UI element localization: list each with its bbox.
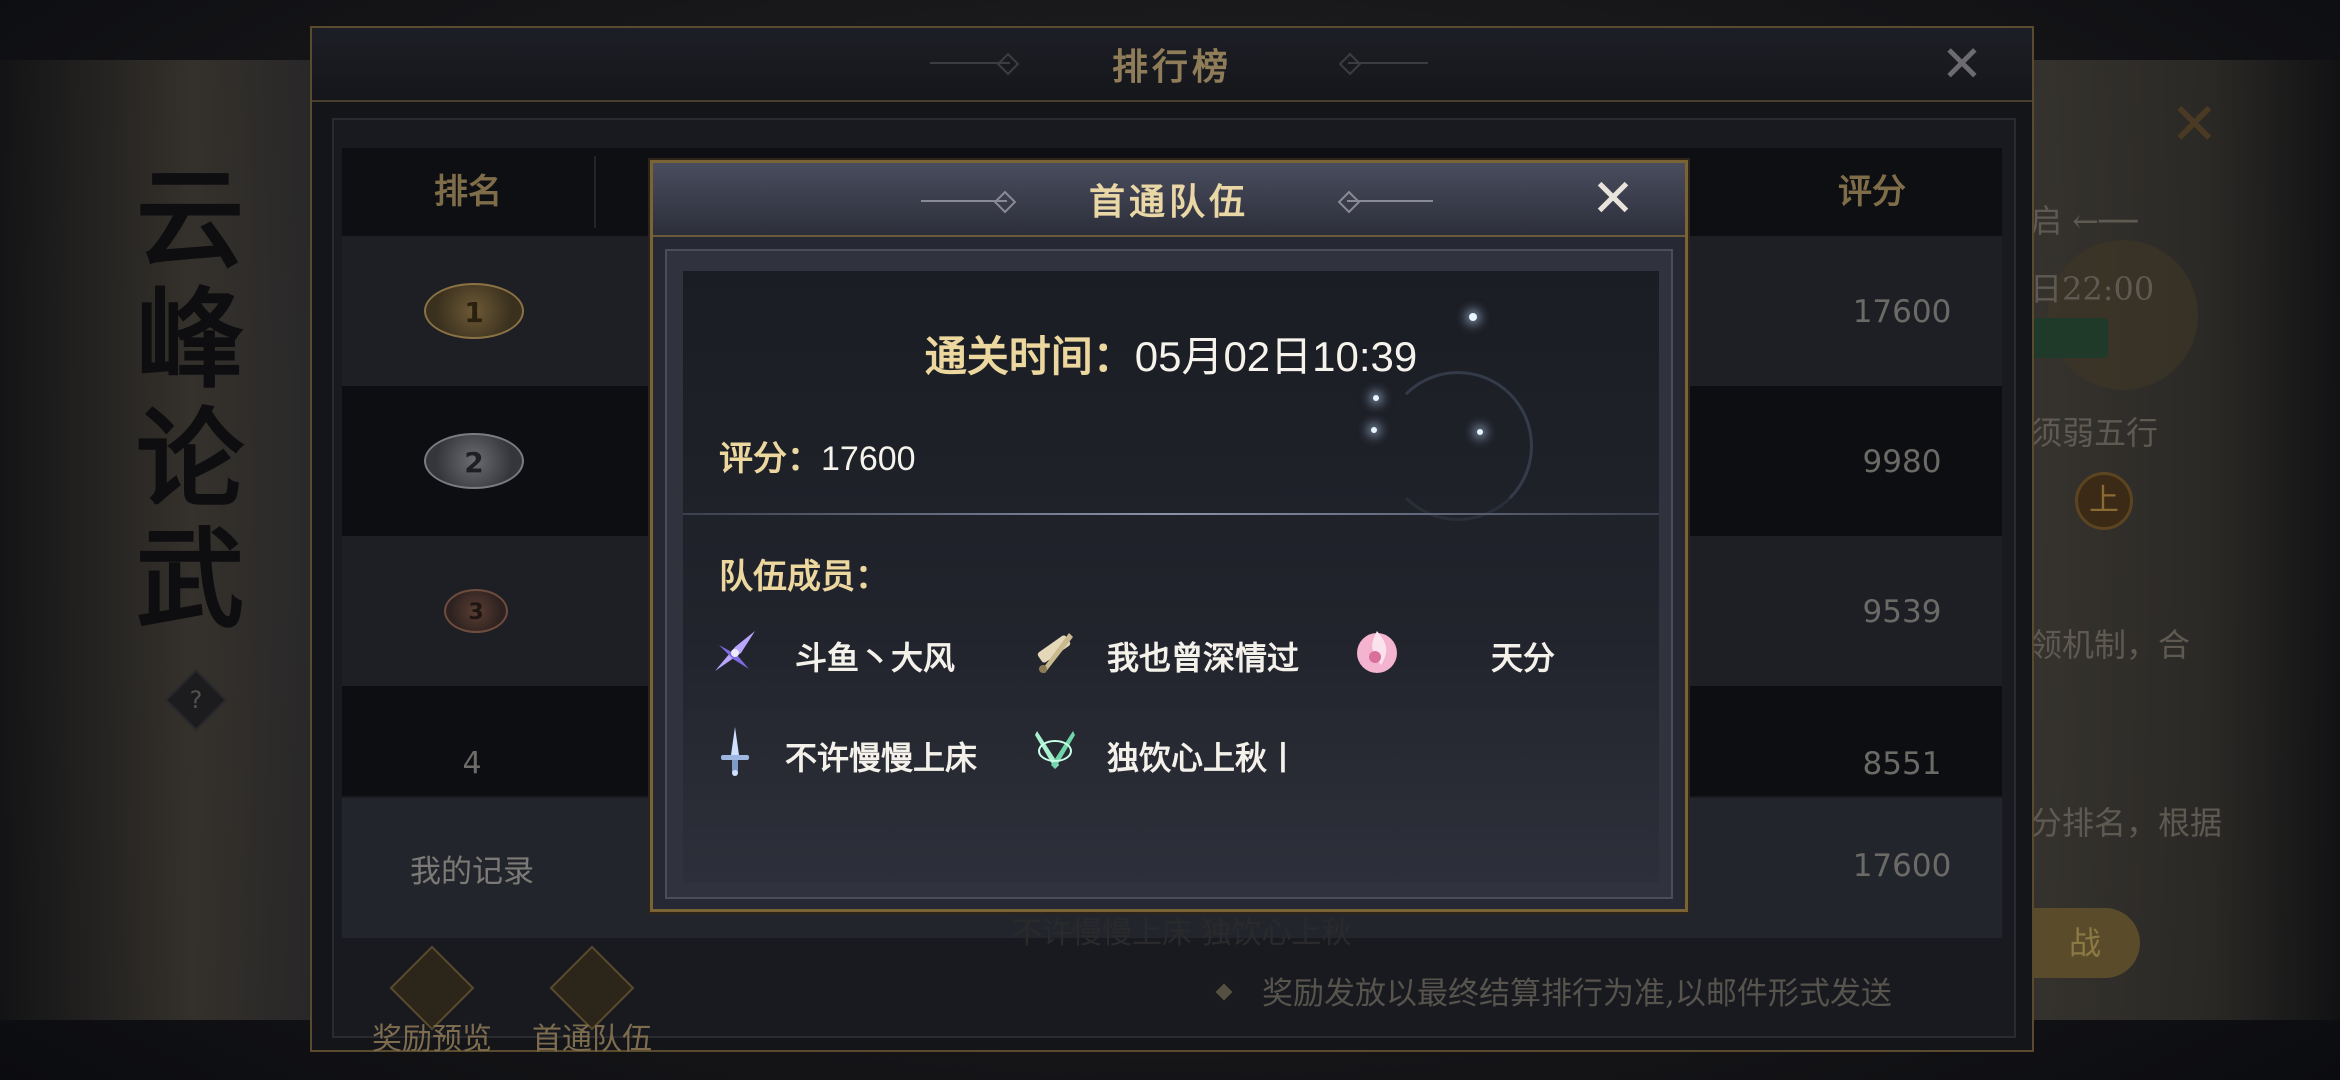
team-member[interactable]: 我也曾深情过 xyxy=(1029,621,1339,681)
bg-challenge-button[interactable]: 战 xyxy=(2030,908,2140,978)
team-members-label: 队伍成员： xyxy=(719,557,889,597)
sparkle-decoration xyxy=(1371,427,1377,433)
modal-title: 首通队伍 xyxy=(1088,181,1249,223)
member-name: 斗鱼丶大风 xyxy=(795,639,956,677)
row-score: 17600 xyxy=(1852,294,1952,330)
member-name: 独饮心上秋丨 xyxy=(1107,739,1300,777)
team-member[interactable]: 不许慢慢上床 xyxy=(709,721,1019,781)
sparkle-swirl-decoration xyxy=(1383,371,1533,521)
row-score: 8551 xyxy=(1862,746,1942,782)
purple-blade-class-icon xyxy=(715,631,755,671)
member-name: 不许慢慢上床 xyxy=(785,739,978,777)
scroll-brush-class-icon xyxy=(1037,633,1073,673)
column-header-rank: 排名 xyxy=(434,172,502,212)
pink-flame-class-icon xyxy=(1357,631,1397,673)
sparkle-decoration xyxy=(1477,429,1483,435)
team-members-preview: 不许慢慢上床 独饮心上秋 xyxy=(1012,916,1352,951)
column-header-score: 评分 xyxy=(1838,172,1906,212)
team-member[interactable]: 天分 xyxy=(1351,621,1651,681)
first-clear-team-button[interactable]: 首通队伍 xyxy=(522,945,662,1058)
team-score-value: 17600 xyxy=(821,440,916,478)
reward-preview-button[interactable]: 奖励预览 xyxy=(362,945,502,1058)
modal-close-icon[interactable]: ✕ xyxy=(1583,169,1643,229)
team-score-label: 评分： xyxy=(719,439,821,479)
bg-element-badge: 上 xyxy=(2075,472,2133,530)
my-record-label: 我的记录 xyxy=(410,854,534,890)
event-calligraphy-title: 云 峰 论 武 xyxy=(135,157,244,643)
first-clear-team-label: 首通队伍 xyxy=(532,1022,652,1057)
team-member[interactable]: 斗鱼丶大风 xyxy=(709,621,999,681)
bg-right-text-4: 领机制，合 xyxy=(2030,626,2191,664)
row-score: 9980 xyxy=(1862,444,1942,480)
sparkle-decoration xyxy=(1469,313,1477,321)
section-divider xyxy=(683,513,1659,515)
clear-time: 通关时间：05月02日10:39 xyxy=(683,323,1659,384)
background-emblem xyxy=(2048,240,2198,390)
clear-time-value: 05月02日10:39 xyxy=(1134,333,1418,380)
sparkle-decoration xyxy=(1373,395,1379,401)
reward-preview-label: 奖励预览 xyxy=(372,1022,492,1057)
modal-body: 通关时间：05月02日10:39 评分：17600 队伍成员： 斗鱼丶大风 我也… xyxy=(683,271,1659,883)
silver-medal-icon: 2 xyxy=(424,433,524,489)
team-member[interactable]: 独饮心上秋丨 xyxy=(1029,721,1339,781)
gold-medal-icon: 1 xyxy=(424,283,524,339)
green-dual-blade-class-icon xyxy=(1035,731,1075,769)
background-close-icon[interactable]: ✕ xyxy=(2170,90,2219,158)
bg-status-indicator xyxy=(2030,318,2108,358)
reward-notice: 奖励发放以最终结算排行为准,以邮件形式发送 xyxy=(1262,976,1892,1012)
row-rank: 4 xyxy=(462,746,482,781)
team-score: 评分：17600 xyxy=(719,431,916,480)
bg-right-text-5: 分排名，根据 xyxy=(2030,804,2223,842)
sword-class-icon xyxy=(721,727,749,776)
modal-title-ornament-right xyxy=(1347,200,1433,202)
bronze-medal-icon: 3 xyxy=(444,589,508,633)
row-score: 9539 xyxy=(1862,594,1942,630)
leaderboard-title: 排行榜 xyxy=(1111,46,1232,88)
first-clear-team-modal: 首通队伍 ✕ 通关时间：05月02日10:39 评分：17600 队伍成员： 斗… xyxy=(650,160,1688,912)
bg-right-text-3: 须弱五行 xyxy=(2030,414,2159,452)
my-record-score: 17600 xyxy=(1852,848,1952,884)
member-name: 天分 xyxy=(1491,639,1556,677)
bg-right-text-2: 日22:00 xyxy=(2030,270,2155,308)
header-divider xyxy=(594,156,596,228)
member-name: 我也曾深情过 xyxy=(1107,639,1300,677)
leaderboard-close-icon[interactable]: ✕ xyxy=(1934,36,1990,92)
clear-time-label: 通关时间： xyxy=(924,332,1135,381)
leaderboard-header: 排行榜 ✕ xyxy=(312,28,2032,102)
bg-right-text-1: 启 ←── xyxy=(2030,202,2138,240)
modal-header: 首通队伍 ✕ xyxy=(653,163,1685,237)
title-ornament-right xyxy=(1348,62,1428,64)
